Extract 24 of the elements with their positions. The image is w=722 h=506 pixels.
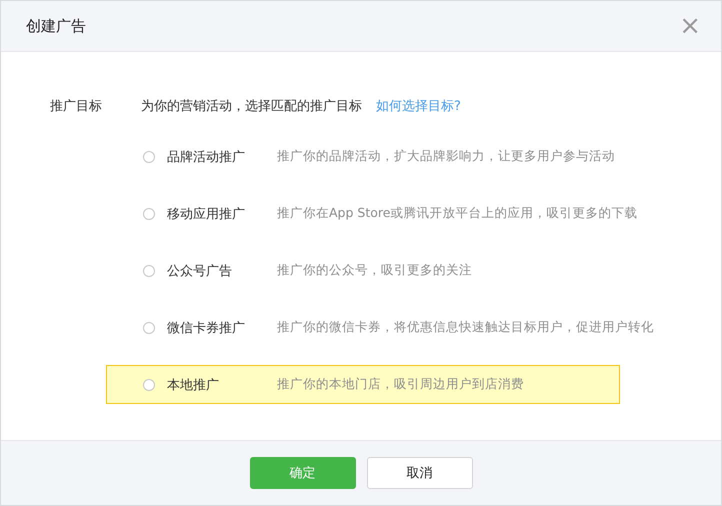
- option-label[interactable]: 微信卡券推广: [167, 318, 277, 336]
- option-label[interactable]: 品牌活动推广: [167, 148, 277, 166]
- radio-button[interactable]: [143, 150, 155, 162]
- option-description: 推广你在App Store或腾讯开放平台上的应用，吸引更多的下载: [277, 205, 638, 222]
- option-label[interactable]: 本地推广: [167, 376, 277, 394]
- option-row[interactable]: 移动应用推广 推广你在App Store或腾讯开放平台上的应用，吸引更多的下载: [106, 194, 688, 233]
- option-row[interactable]: 微信卡券推广 推广你的微信卡券，将优惠信息快速触达目标用户，促进用户转化: [106, 308, 688, 347]
- field-label: 推广目标: [49, 98, 103, 115]
- option-description: 推广你的品牌活动，扩大品牌影响力，让更多用户参与活动: [277, 148, 615, 165]
- radio-button[interactable]: [143, 264, 155, 276]
- option-description: 推广你的本地门店，吸引周边用户到店消费: [277, 376, 524, 393]
- option-label[interactable]: 公众号广告: [167, 262, 277, 280]
- option-description: 推广你的公众号，吸引更多的关注: [277, 262, 472, 279]
- option-description: 推广你的微信卡券，将优惠信息快速触达目标用户，促进用户转化: [277, 319, 654, 336]
- dialog-title: 创建广告: [26, 16, 86, 36]
- cancel-button[interactable]: 取消: [366, 457, 472, 489]
- option-label[interactable]: 移动应用推广: [167, 204, 277, 222]
- radio-button[interactable]: [143, 322, 155, 334]
- radio-button[interactable]: [143, 208, 155, 220]
- option-row[interactable]: 本地推广 推广你的本地门店，吸引周边用户到店消费: [106, 365, 620, 404]
- prompt-text: 为你的营销活动，选择匹配的推广目标: [141, 98, 362, 115]
- option-row[interactable]: 公众号广告 推广你的公众号，吸引更多的关注: [106, 251, 688, 290]
- option-row[interactable]: 品牌活动推广 推广你的品牌活动，扩大品牌影响力，让更多用户参与活动: [106, 137, 688, 176]
- radio-button[interactable]: [143, 378, 155, 390]
